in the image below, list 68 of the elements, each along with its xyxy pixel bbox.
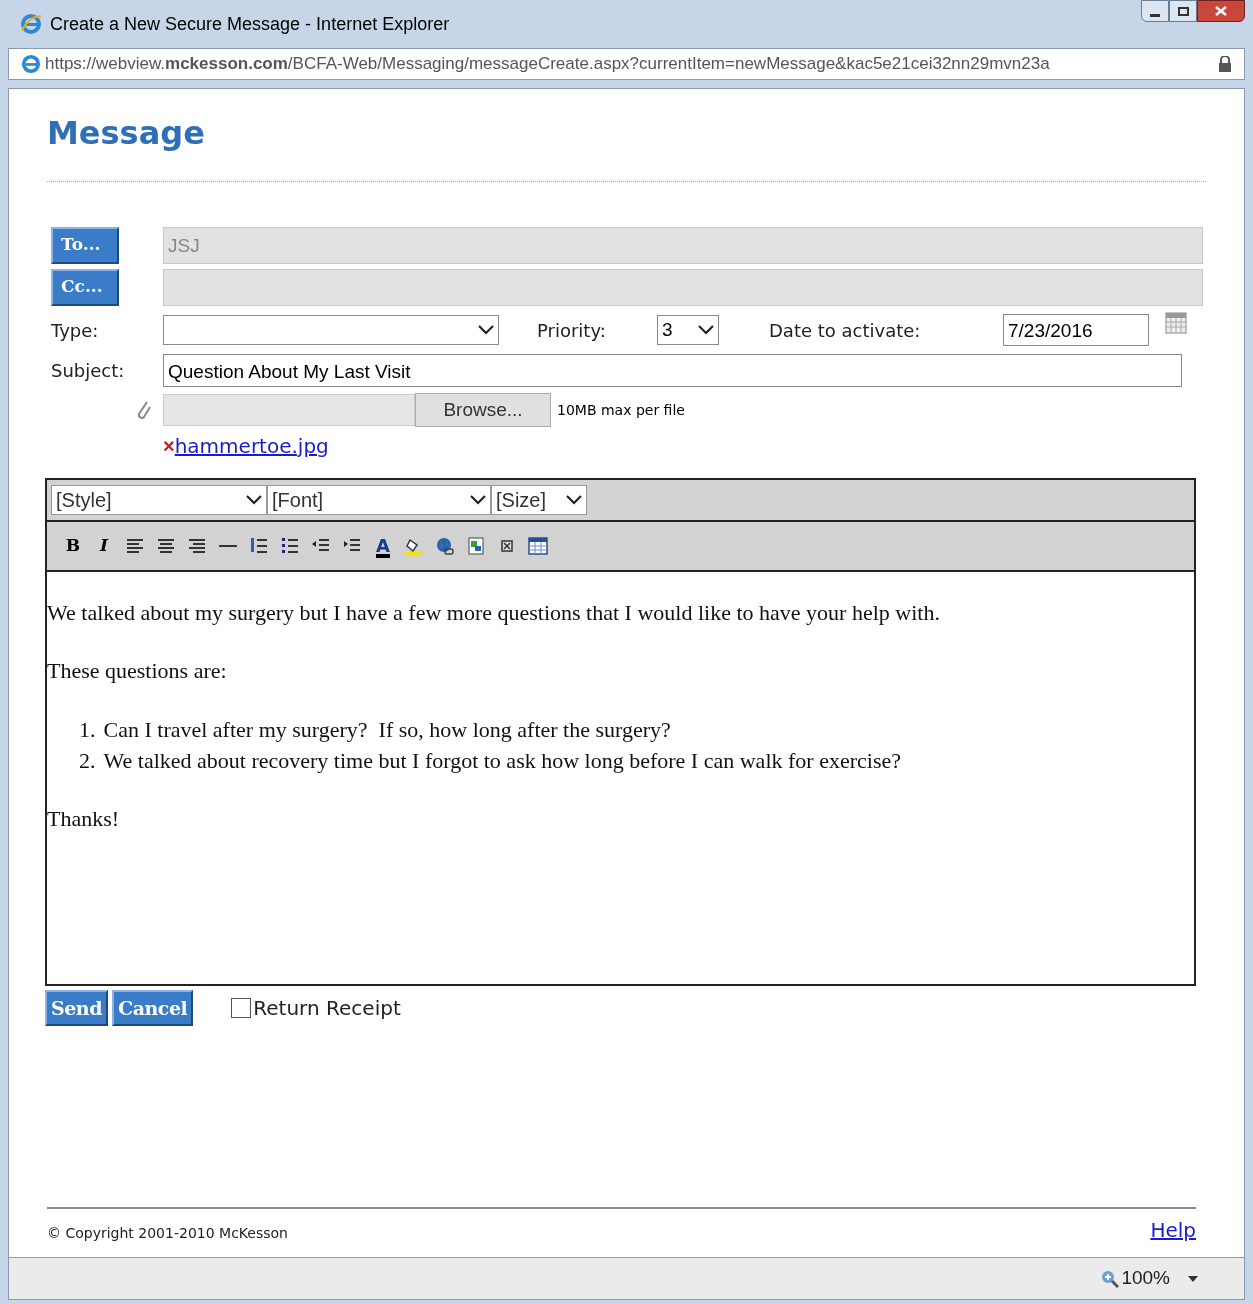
text-color-button[interactable]: A bbox=[371, 537, 395, 555]
chevron-down-icon bbox=[246, 495, 262, 505]
file-size-note: 10MB max per file bbox=[557, 400, 685, 420]
zoom-icon bbox=[1101, 1269, 1120, 1288]
minimize-button[interactable] bbox=[1141, 0, 1169, 22]
format-dropdown[interactable]: [Style] bbox=[51, 485, 267, 515]
priority-label: Priority: bbox=[537, 318, 607, 343]
cc-button[interactable]: Cc... bbox=[51, 268, 119, 306]
window-title: Create a New Secure Message - Internet Explorer bbox=[50, 12, 450, 36]
bold-button[interactable]: B bbox=[61, 533, 85, 559]
return-receipt-checkbox[interactable] bbox=[231, 998, 252, 1018]
chevron-down-icon bbox=[470, 495, 486, 505]
maximize-button[interactable] bbox=[1169, 0, 1197, 22]
return-receipt-label: Return Receipt bbox=[253, 995, 401, 1022]
table-button[interactable] bbox=[526, 534, 550, 558]
list-item-text: We talked about recovery time but I forgot to ask how long before I can walk for exercise? bbox=[103, 747, 901, 775]
lock-icon bbox=[1218, 56, 1232, 72]
help-link[interactable]: Help bbox=[1150, 1215, 1196, 1245]
file-path-field[interactable] bbox=[163, 394, 415, 426]
dropdown-arrow-icon[interactable] bbox=[1188, 1275, 1198, 1282]
address-bar[interactable]: https://webview.mckesson.com/BCFA-Web/Messaging/messageCreate.aspx?currentItem=newMessage&kac5e21cei32nn29mvn23a bbox=[8, 48, 1245, 80]
url-text: https://webview.mckesson.com/BCFA-Web/Messaging/messageCreate.aspx?currentItem=newMessage&kac5e21cei32nn29mvn23a bbox=[45, 53, 1051, 76]
cancel-button[interactable]: Cancel bbox=[112, 990, 194, 1026]
date-label: Date to activate: bbox=[769, 318, 922, 343]
browser-logo-icon bbox=[21, 54, 41, 74]
image-icon bbox=[466, 536, 486, 556]
chevron-down-icon bbox=[566, 495, 582, 505]
zoom-level[interactable]: 100% bbox=[1121, 1264, 1170, 1293]
format-dropdown[interactable]: [Size] bbox=[491, 485, 587, 515]
italic-button[interactable]: I bbox=[92, 533, 116, 559]
align-right-icon bbox=[187, 536, 207, 556]
type-label: Type: bbox=[50, 318, 100, 343]
send-button[interactable]: Send bbox=[45, 990, 108, 1026]
copyright-text: © Copyright 2001-2010 McKesson bbox=[47, 1224, 288, 1243]
close-icon bbox=[1215, 6, 1227, 16]
chevron-down-icon bbox=[478, 325, 494, 335]
editor-paragraph: These questions are: bbox=[47, 657, 228, 685]
format-dropdown[interactable]: [Font] bbox=[267, 485, 491, 515]
maximize-icon bbox=[1177, 6, 1189, 16]
date-field[interactable]: 7/23/2016 bbox=[1003, 314, 1149, 346]
align-center-icon bbox=[156, 536, 176, 556]
remove-attachment-button[interactable]: × bbox=[163, 436, 175, 456]
list-number: 1. bbox=[79, 716, 96, 744]
subject-label: Subject: bbox=[50, 358, 126, 383]
table-icon bbox=[528, 536, 548, 556]
list-number: 2. bbox=[79, 747, 96, 775]
type-dropdown[interactable] bbox=[163, 315, 499, 345]
cc-field[interactable] bbox=[163, 268, 1203, 306]
attachment-link[interactable]: hammertoe.jpg bbox=[174, 431, 329, 461]
horizontal-rule-icon bbox=[219, 545, 237, 547]
align-left-icon bbox=[125, 536, 145, 556]
subject-field[interactable]: Question About My Last Visit bbox=[163, 353, 1182, 387]
browse-button[interactable]: Browse... bbox=[415, 393, 551, 427]
numbered-list-icon bbox=[249, 536, 269, 556]
minimize-icon bbox=[1150, 14, 1160, 17]
chevron-down-icon bbox=[698, 325, 714, 335]
paperclip-icon bbox=[135, 399, 153, 421]
page-heading: Message bbox=[47, 113, 206, 154]
priority-dropdown[interactable]: 3 bbox=[657, 315, 719, 345]
list-item-text: Can I travel after my surgery? If so, how long after the surgery? bbox=[103, 716, 671, 744]
editor-paragraph: Thanks! bbox=[47, 805, 121, 833]
browser-logo-icon bbox=[20, 13, 42, 35]
close-button[interactable] bbox=[1197, 0, 1245, 22]
editor-paragraph: We talked about my surgery but I have a few more questions that I would like to have your help with. bbox=[47, 599, 941, 627]
paint-bucket-icon bbox=[404, 536, 424, 556]
bulleted-list-icon bbox=[280, 536, 300, 556]
to-button[interactable]: To... bbox=[51, 226, 119, 264]
globe-icon bbox=[435, 536, 455, 556]
